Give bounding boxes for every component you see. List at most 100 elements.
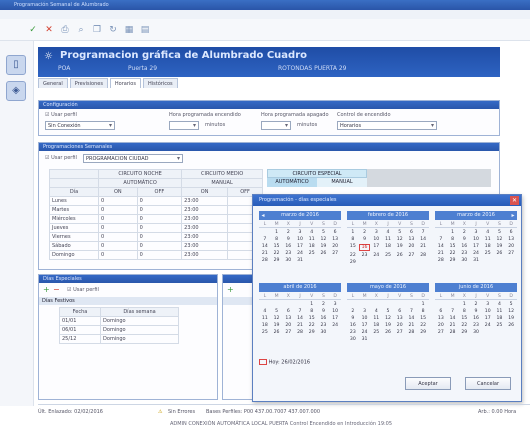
calendar-day[interactable]: 1 xyxy=(458,302,470,307)
calendar-day[interactable]: 2 xyxy=(347,309,359,314)
calendar-day[interactable]: 17 xyxy=(294,244,306,249)
calendar-day[interactable]: 14 xyxy=(259,244,271,249)
calendar-day[interactable]: 25 xyxy=(306,251,318,256)
calendar-day[interactable]: 22 xyxy=(417,323,429,328)
table-row[interactable]: Martes 0 0 23:00 xyxy=(48,205,263,215)
cancel-x-icon[interactable]: ✕ xyxy=(44,25,54,35)
calendar-day[interactable]: 29 xyxy=(306,330,318,335)
calendar-day[interactable]: 26 xyxy=(505,323,517,328)
calendar-day[interactable]: 6 xyxy=(282,309,294,314)
calendar-day[interactable]: 23 xyxy=(359,253,371,258)
on-time-input[interactable] xyxy=(169,121,199,130)
calendar-day[interactable]: 20 xyxy=(406,244,418,251)
calendar-day[interactable]: 21 xyxy=(294,323,306,328)
calendar-day[interactable]: 26 xyxy=(394,253,406,258)
calendar-day[interactable]: 10 xyxy=(359,316,371,321)
calendar-day[interactable]: 31 xyxy=(470,258,482,263)
search-icon[interactable]: ⌕ xyxy=(76,25,86,35)
close-icon[interactable]: ✕ xyxy=(510,196,519,205)
calendar-day[interactable]: 16 xyxy=(318,316,330,321)
calendar-day[interactable]: 29 xyxy=(347,260,359,265)
calendar-day[interactable]: 18 xyxy=(494,316,506,321)
cancel-button[interactable]: Cancelar xyxy=(465,377,511,390)
calendar-day[interactable]: 19 xyxy=(318,244,330,249)
calendar-day[interactable]: 25 xyxy=(482,251,494,256)
calendar-day[interactable]: 29 xyxy=(417,330,429,335)
calendar-day[interactable]: 24 xyxy=(294,251,306,256)
calendar-day[interactable]: 23 xyxy=(458,251,470,256)
calendar-day[interactable]: 14 xyxy=(406,316,418,321)
calendar-day[interactable]: 27 xyxy=(406,253,418,258)
calendar-day[interactable]: 22 xyxy=(271,251,283,256)
calendar-day[interactable]: 28 xyxy=(406,330,418,335)
calendar-day[interactable]: 14 xyxy=(435,244,447,249)
calendar-day[interactable]: 7 xyxy=(406,309,418,314)
calendar-day[interactable]: 28 xyxy=(447,330,459,335)
calendar-day[interactable]: 30 xyxy=(318,330,330,335)
calendar-day[interactable]: 11 xyxy=(370,316,382,321)
calendar-day[interactable]: 2 xyxy=(318,302,330,307)
accept-button[interactable]: Aceptar xyxy=(405,377,451,390)
calendar-day[interactable]: 12 xyxy=(494,237,506,242)
calendar-day[interactable]: 13 xyxy=(394,316,406,321)
calendar-day[interactable]: 15 xyxy=(306,316,318,321)
calendar-day[interactable]: 1 xyxy=(271,230,283,235)
table-row[interactable]: Jueves 0 0 23:00 xyxy=(48,223,263,233)
calendar-day[interactable]: 3 xyxy=(329,302,341,307)
calendar-day[interactable]: 5 xyxy=(505,302,517,307)
calendar-day[interactable]: 9 xyxy=(470,309,482,314)
calendar-day[interactable]: 6 xyxy=(329,230,341,235)
calendar-day[interactable]: 5 xyxy=(318,230,330,235)
calendar-day[interactable]: 27 xyxy=(329,251,341,256)
calendar-day[interactable]: 17 xyxy=(329,316,341,321)
calendar-day[interactable]: 21 xyxy=(406,323,418,328)
grid-icon[interactable]: ▦ xyxy=(124,25,134,35)
calendar-day[interactable]: 22 xyxy=(347,253,359,258)
calendar-day[interactable]: 17 xyxy=(359,323,371,328)
calendar-day[interactable]: 10 xyxy=(329,309,341,314)
calendar-day[interactable]: 22 xyxy=(447,251,459,256)
add-icon[interactable]: + xyxy=(43,285,50,294)
calendar-day[interactable]: 7 xyxy=(447,309,459,314)
calendar-day[interactable]: 23 xyxy=(347,330,359,335)
calendar-day[interactable]: 8 xyxy=(458,309,470,314)
calendar-day[interactable]: 12 xyxy=(382,316,394,321)
calendar-day[interactable]: 16 xyxy=(347,323,359,328)
calendar-day[interactable]: 30 xyxy=(458,258,470,263)
calendar-day[interactable]: 5 xyxy=(271,309,283,314)
calendar-day[interactable]: 16 xyxy=(458,244,470,249)
calendar-day[interactable]: 15 xyxy=(447,244,459,249)
calendar-day[interactable]: 20 xyxy=(435,323,447,328)
calendar-day[interactable]: 30 xyxy=(347,337,359,342)
calendar-day[interactable]: 23 xyxy=(282,251,294,256)
calendar-day[interactable]: 21 xyxy=(417,244,429,251)
calendar-day[interactable]: 24 xyxy=(359,330,371,335)
calendar-day[interactable]: 6 xyxy=(505,230,517,235)
calendar-day[interactable]: 27 xyxy=(394,330,406,335)
table-row[interactable]: Domingo 0 0 23:00 xyxy=(48,250,263,260)
calendar-day[interactable]: 19 xyxy=(271,323,283,328)
table-row[interactable]: Miércoles 0 0 23:00 xyxy=(48,214,263,224)
sidebar-network-icon[interactable]: ◈ xyxy=(6,81,26,101)
calendar-day[interactable]: 18 xyxy=(259,323,271,328)
calendar-day[interactable]: 11 xyxy=(306,237,318,242)
calendar-day[interactable]: 15 xyxy=(271,244,283,249)
calendar-day[interactable]: 12 xyxy=(505,309,517,314)
calendar-day[interactable]: 24 xyxy=(329,323,341,328)
calendar-day[interactable]: 3 xyxy=(294,230,306,235)
table-row[interactable]: 25/12 Domingo xyxy=(58,334,179,344)
use-profile-checkbox[interactable]: ☑ Usar perfil xyxy=(45,112,77,118)
calendar-day[interactable]: 5 xyxy=(382,309,394,314)
table-row[interactable]: 01/01 Domingo xyxy=(58,316,179,326)
calendar-day[interactable]: 21 xyxy=(259,251,271,256)
calendar-day[interactable]: 22 xyxy=(458,323,470,328)
calendar-day[interactable]: 30 xyxy=(470,330,482,335)
tab-general[interactable]: General xyxy=(38,78,68,88)
calendar-day[interactable]: 27 xyxy=(282,330,294,335)
calendar-day[interactable]: 13 xyxy=(435,316,447,321)
calendar-day[interactable]: 4 xyxy=(370,309,382,314)
weekly-use-profile-checkbox[interactable]: ☑ Usar perfil xyxy=(45,155,77,161)
calendar-day[interactable]: 20 xyxy=(505,244,517,249)
calendar-day[interactable]: 3 xyxy=(470,230,482,235)
calendar-day[interactable]: 1 xyxy=(347,230,359,235)
